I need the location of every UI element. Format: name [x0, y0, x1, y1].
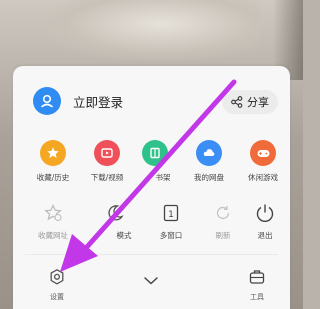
user-icon — [41, 94, 53, 108]
cloud-drive-item[interactable]: 我的网盘 — [179, 140, 239, 183]
login-label: 立即登录 — [73, 94, 124, 110]
gamepad-icon — [250, 140, 276, 166]
login-row[interactable]: 立即登录 — [33, 86, 123, 116]
night-mode-item[interactable]: 模式 — [85, 202, 145, 241]
divider — [25, 254, 278, 255]
toolbox-label: 工具 — [250, 293, 264, 301]
power-icon — [254, 202, 276, 224]
bookmark-star-icon — [42, 202, 64, 224]
refresh-icon — [212, 202, 234, 224]
favorites-history-label: 收藏/历史 — [36, 173, 70, 182]
casual-games-item[interactable]: 休闲游戏 — [233, 140, 293, 183]
background-image — [40, 0, 260, 60]
bookshelf-item[interactable]: 书架 — [125, 140, 185, 183]
casual-games-label: 休闲游戏 — [248, 173, 278, 182]
favorites-history-item[interactable]: 收藏/历史 — [23, 140, 83, 183]
night-mode-label: 模式 — [116, 231, 132, 240]
star-icon — [40, 140, 66, 166]
collapse-menu-button[interactable] — [129, 272, 173, 291]
bookmark-url-item[interactable]: 收藏网址 — [23, 202, 83, 241]
toolbox-button[interactable]: 工具 — [235, 268, 279, 302]
multi-window-label: 多窗口 — [159, 231, 183, 240]
night-mode-icon — [104, 202, 126, 224]
toolbox-icon — [249, 270, 265, 284]
bookshelf-label: 书架 — [155, 173, 171, 182]
exit-label: 退出 — [257, 231, 273, 240]
multi-window-item[interactable]: 1 多窗口 — [141, 202, 201, 241]
cloud-drive-label: 我的网盘 — [194, 173, 224, 182]
settings-button[interactable]: 设置 — [35, 268, 79, 302]
cloud-drive-icon — [196, 140, 222, 166]
chevron-down-icon — [144, 277, 158, 285]
download-video-icon — [94, 140, 120, 166]
gear-icon — [50, 269, 64, 285]
settings-label: 设置 — [50, 293, 64, 301]
menu-sheet: 立即登录 分享 收藏/历史 下载/视频 书架 我的网盘 休闲游戏 收藏网址 模式… — [13, 66, 290, 309]
multi-window-icon: 1 — [160, 202, 182, 224]
avatar — [33, 87, 61, 115]
share-icon — [231, 96, 243, 108]
share-button[interactable]: 分享 — [222, 90, 278, 114]
share-label: 分享 — [247, 96, 269, 109]
exit-item[interactable]: 退出 — [235, 202, 295, 241]
bookshelf-icon — [142, 140, 168, 166]
bookmark-url-label: 收藏网址 — [38, 231, 68, 240]
svg-text:1: 1 — [168, 210, 174, 220]
